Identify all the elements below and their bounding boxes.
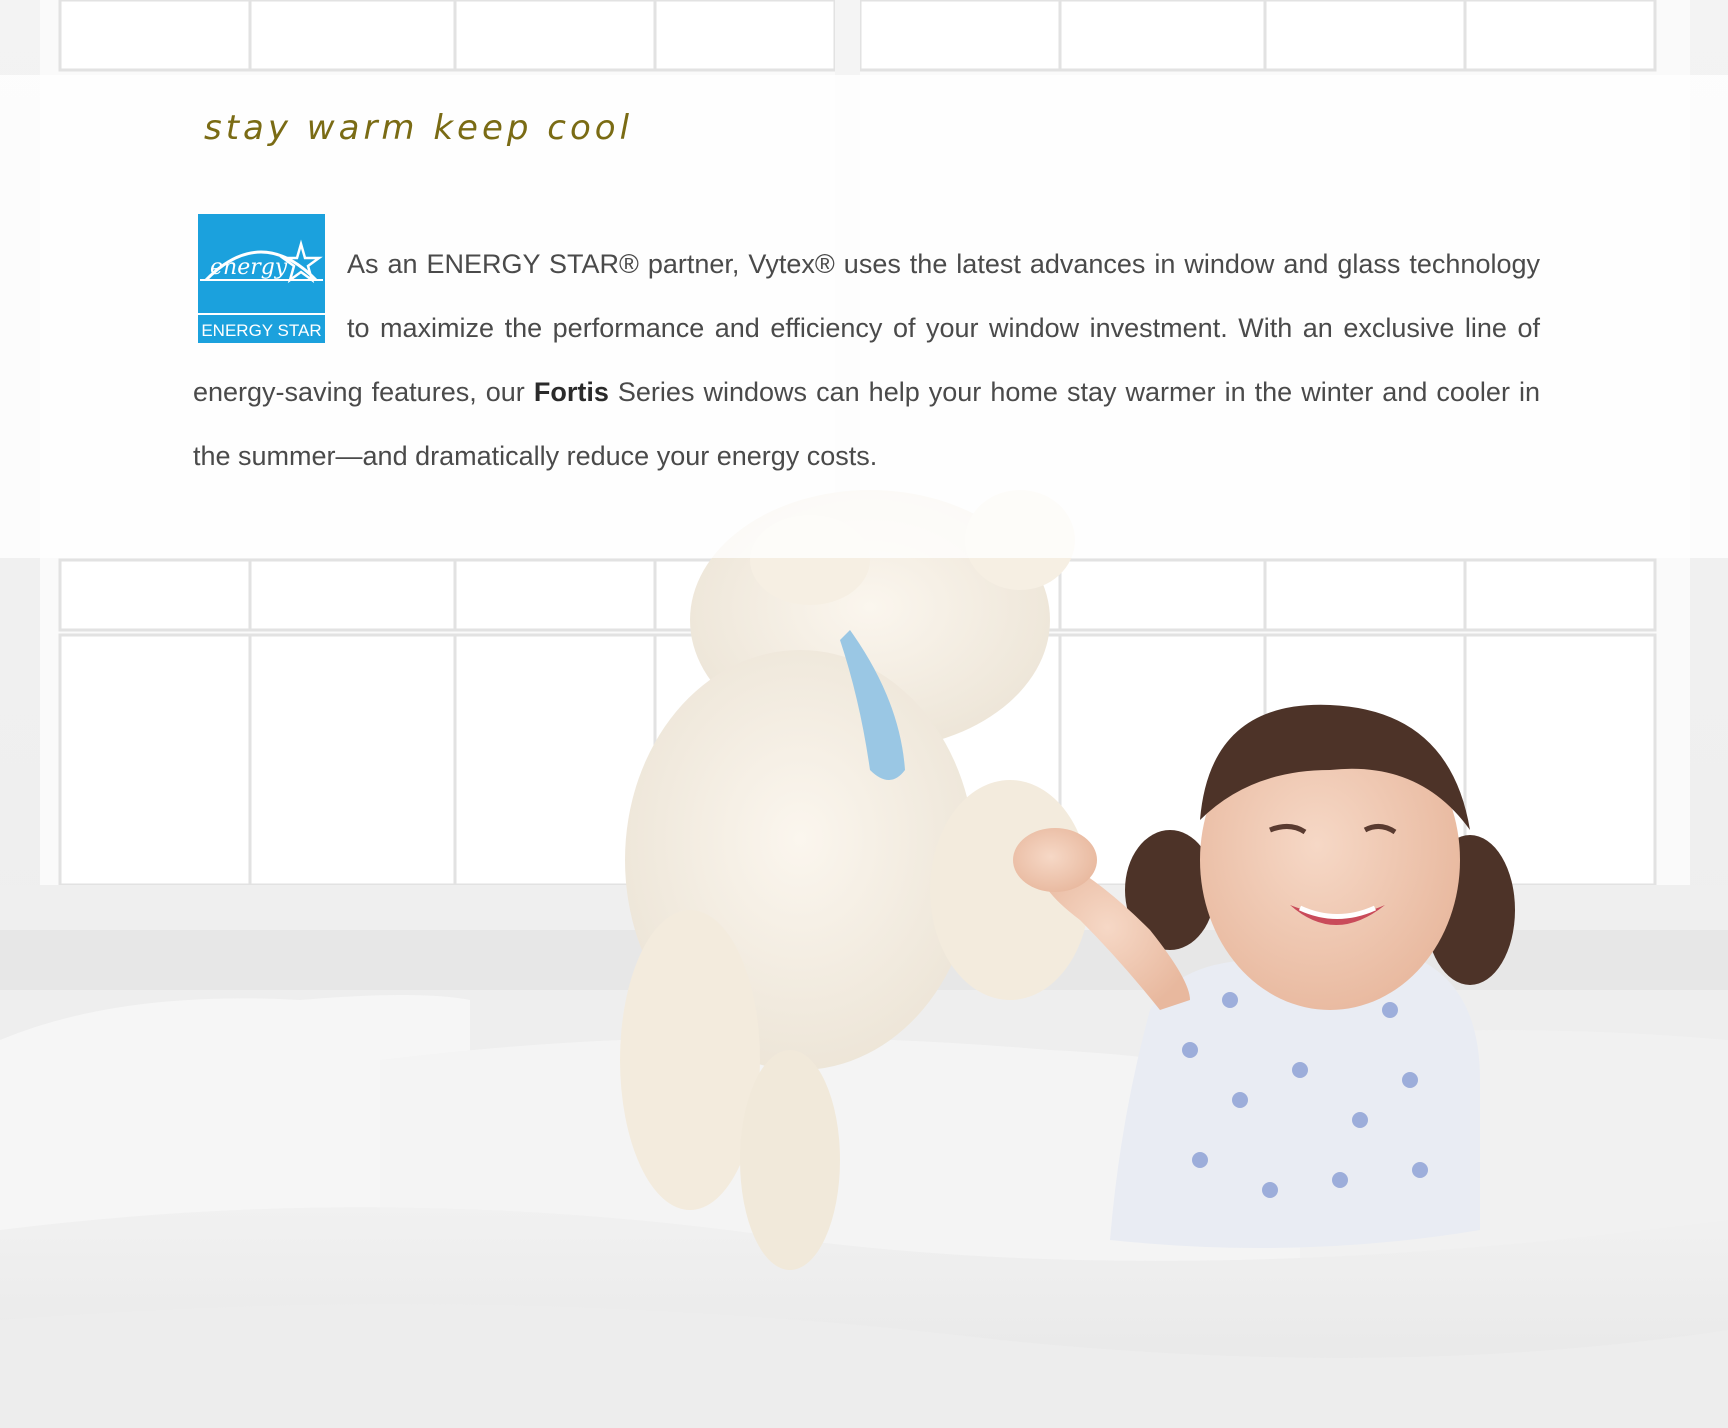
logo-spacer xyxy=(193,232,347,354)
brochure-page: stay warm keep cool energy ENERGY STAR A… xyxy=(0,0,1728,1428)
brand-name: Fortis xyxy=(533,377,609,407)
body-paragraph: As an ENERGY STAR® partner, Vytex® uses … xyxy=(193,232,1540,488)
headline: stay warm keep cool xyxy=(204,108,634,148)
